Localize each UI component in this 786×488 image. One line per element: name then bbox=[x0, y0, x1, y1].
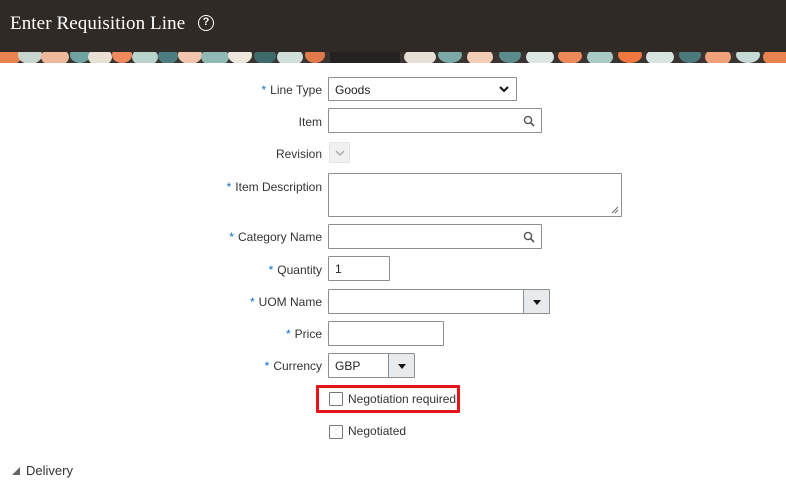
line-type-label: * Line Type bbox=[261, 83, 323, 97]
category-name-input[interactable] bbox=[328, 224, 542, 249]
negotiation-required-label[interactable]: Negotiation required bbox=[348, 392, 456, 406]
item-description-label: * Item Description bbox=[226, 180, 322, 194]
quantity-input[interactable]: 1 bbox=[328, 256, 390, 281]
negotiation-required-checkbox[interactable] bbox=[329, 392, 343, 406]
dropdown-arrow-icon bbox=[397, 363, 406, 369]
page-title: Enter Requisition Line bbox=[10, 13, 186, 34]
revision-select[interactable] bbox=[329, 142, 350, 163]
item-description-textarea[interactable] bbox=[328, 173, 622, 217]
uom-name-label: * UOM Name bbox=[249, 295, 322, 309]
chevron-down-icon bbox=[499, 86, 509, 93]
search-icon[interactable] bbox=[523, 115, 535, 127]
disclosure-triangle-icon bbox=[12, 467, 20, 475]
negotiated-label[interactable]: Negotiated bbox=[348, 424, 406, 438]
dropdown-arrow-icon bbox=[532, 299, 541, 305]
quantity-label: * Quantity bbox=[268, 263, 322, 277]
revision-label: Revision bbox=[275, 147, 322, 161]
currency-label: * Currency bbox=[264, 359, 322, 373]
item-input[interactable] bbox=[328, 108, 542, 133]
search-icon[interactable] bbox=[523, 231, 535, 243]
currency-input[interactable]: GBP bbox=[328, 353, 389, 378]
delivery-section-toggle[interactable]: Delivery bbox=[12, 463, 73, 478]
price-label: * Price bbox=[285, 327, 322, 341]
currency-dropdown-button[interactable] bbox=[388, 353, 415, 378]
item-label: Item bbox=[298, 115, 322, 129]
uom-dropdown-button[interactable] bbox=[523, 289, 550, 314]
price-input[interactable] bbox=[328, 321, 444, 346]
help-icon[interactable]: ? bbox=[198, 15, 214, 31]
chevron-down-icon bbox=[335, 150, 345, 157]
delivery-label: Delivery bbox=[26, 463, 73, 478]
decorative-banner bbox=[0, 52, 786, 63]
category-name-label: * Category Name bbox=[229, 230, 322, 244]
negotiated-checkbox[interactable] bbox=[329, 425, 343, 439]
line-type-select[interactable]: Goods bbox=[328, 77, 517, 101]
uom-name-input[interactable] bbox=[328, 289, 524, 314]
page-header: Enter Requisition Line ? bbox=[0, 0, 786, 52]
resize-grip-icon[interactable] bbox=[611, 206, 619, 214]
